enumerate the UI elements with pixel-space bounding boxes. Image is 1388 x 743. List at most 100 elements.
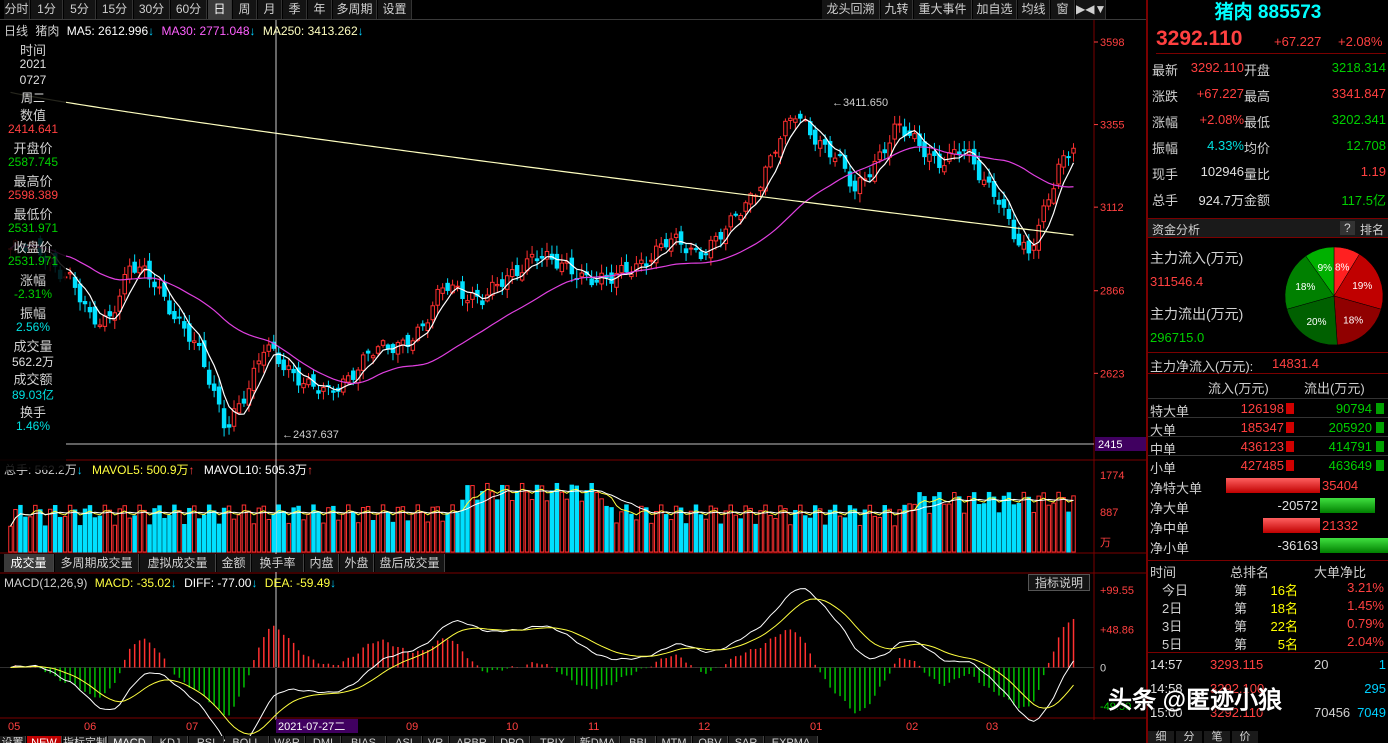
volume-bar: [410, 512, 416, 553]
candle-body: [534, 258, 540, 262]
candle-body: [137, 266, 142, 274]
pie-label: 19%: [1352, 281, 1372, 292]
volume-bar: [182, 523, 187, 553]
indicator-tab-6[interactable]: BOLL: [225, 736, 269, 743]
price-axis-label: 3598: [1100, 37, 1124, 49]
volume-bar: [350, 511, 356, 553]
indicator-tab-11[interactable]: VR: [423, 736, 449, 743]
volume-bar: [703, 518, 709, 553]
flow-out-marker: [1376, 441, 1384, 452]
sub-tab-4[interactable]: 换手率: [252, 554, 304, 572]
candle-body: [187, 323, 192, 342]
indicator-tab-7[interactable]: W&R: [270, 736, 305, 743]
indicator-tab-2[interactable]: 指标定制: [63, 736, 107, 743]
candle-body: [500, 279, 505, 287]
indicator-explain-button[interactable]: 指标说明: [1028, 574, 1090, 591]
tool-button-1[interactable]: 九转: [881, 0, 913, 19]
tick-tab-3[interactable]: 价: [1232, 731, 1258, 743]
volume-bar: [857, 524, 863, 553]
volume-bar: [420, 512, 426, 553]
period-button-6[interactable]: 日: [208, 0, 232, 19]
volume-mavol5: MAVOL5: 500.9万: [92, 463, 189, 477]
sub-tab-1[interactable]: 多周期成交量: [55, 554, 139, 572]
sub-tab-3[interactable]: 金额: [217, 554, 251, 572]
candle-body: [1056, 163, 1061, 185]
indicator-tab-18[interactable]: OBV: [693, 736, 728, 743]
indicator-tab-3[interactable]: MACD: [108, 736, 152, 743]
period-button-10[interactable]: 年: [308, 0, 332, 19]
playback-icon[interactable]: ▶◀▼: [1076, 0, 1106, 19]
quote-panel: 猪肉 885573 3292.110 +67.227 +2.08% 最新 3292…: [1146, 0, 1388, 743]
tool-button-3[interactable]: 加自选: [973, 0, 1017, 19]
period-button-5[interactable]: 60分: [171, 0, 207, 19]
volume-bar: [827, 509, 833, 553]
volume-bar: [599, 498, 604, 553]
kline-chart-svg[interactable]: 3598 3355 3112 2866 2623 2415 ←3411.650 ←2437.6…: [0, 20, 1146, 743]
candle-body: [465, 300, 470, 304]
chart-area[interactable]: 3598 3355 3112 2866 2623 2415 ←3411.650 ←2437.6…: [0, 20, 1146, 743]
volume-bar: [986, 491, 992, 553]
tick-tab-1[interactable]: 分: [1176, 731, 1202, 743]
candle-body: [837, 154, 843, 157]
indicator-tab-12[interactable]: ARBR: [450, 736, 494, 743]
indicator-tab-1[interactable]: NEW: [27, 736, 62, 743]
indicator-tab-14[interactable]: TRIX: [531, 736, 575, 743]
tool-button-0[interactable]: 龙头回溯: [822, 0, 880, 19]
tool-button-4[interactable]: 均线: [1018, 0, 1050, 19]
candle-body: [812, 129, 818, 145]
sub-tab-7[interactable]: 盘后成交量: [375, 554, 445, 572]
candle-body: [1016, 233, 1022, 246]
indicator-tab-8[interactable]: DMI: [306, 736, 341, 743]
indicator-tab-9[interactable]: BIAS: [342, 736, 386, 743]
pie-label: 9%: [1318, 263, 1333, 274]
indicator-tab-4[interactable]: KDJ: [153, 736, 188, 743]
volume-bar: [465, 485, 470, 553]
candle-body: [981, 179, 987, 185]
indicator-tab-10[interactable]: ASI: [387, 736, 422, 743]
volume-bar: [236, 514, 242, 553]
tick-time: 14:57: [1150, 657, 1183, 672]
volume-bar: [370, 520, 376, 553]
volume-bar: [112, 524, 118, 553]
sub-tab-6[interactable]: 外盘: [340, 554, 374, 572]
sub-tab-5[interactable]: 内盘: [305, 554, 339, 572]
period-button-9[interactable]: 季: [283, 0, 307, 19]
sub-tab-2[interactable]: 虚拟成交量: [140, 554, 216, 572]
help-button[interactable]: ?: [1340, 221, 1355, 235]
indicator-tab-15[interactable]: 新DMA: [576, 736, 620, 743]
indicator-tab-20[interactable]: EXPMA: [765, 736, 818, 743]
period-button-12[interactable]: 设置: [378, 0, 412, 19]
tick-tab-2[interactable]: 笔: [1204, 731, 1230, 743]
net-row: 净特大单 35404: [1148, 476, 1388, 496]
period-button-3[interactable]: 15分: [97, 0, 133, 19]
volume-bar: [62, 515, 68, 553]
indicator-tab-0[interactable]: 设置: [0, 736, 26, 743]
indicator-tab-17[interactable]: MTM: [657, 736, 692, 743]
tool-button-5[interactable]: 窗: [1051, 0, 1075, 19]
period-button-11[interactable]: 多周期: [333, 0, 377, 19]
period-button-4[interactable]: 30分: [134, 0, 170, 19]
x-axis-label: 11: [588, 721, 599, 733]
volume-mavol10: MAVOL10: 505.3万: [203, 463, 308, 477]
volume-bar: [326, 507, 331, 553]
candle-body: [132, 261, 137, 273]
period-button-2[interactable]: 5分: [64, 0, 96, 19]
volume-bar: [365, 506, 371, 553]
indicator-tab-13[interactable]: DPO: [495, 736, 530, 743]
period-button-0[interactable]: 分时: [4, 0, 30, 19]
quote-label: 总手: [1152, 193, 1179, 208]
candle-body: [897, 123, 902, 126]
volume-bar: [291, 507, 296, 553]
tool-button-2[interactable]: 重大事件: [914, 0, 972, 19]
period-button-1[interactable]: 1分: [31, 0, 63, 19]
tick-tab-0[interactable]: 细: [1148, 731, 1174, 743]
sub-tab-0[interactable]: 成交量: [4, 554, 54, 572]
period-button-8[interactable]: 月: [258, 0, 282, 19]
indicator-tab-5[interactable]: RSI: [189, 736, 224, 743]
tick-volume: 70456: [1314, 705, 1351, 720]
indicator-tab-16[interactable]: BBI: [621, 736, 656, 743]
indicator-tab-19[interactable]: SAR: [729, 736, 764, 743]
period-button-7[interactable]: 周: [233, 0, 257, 19]
volume-bar: [698, 514, 704, 553]
rank-button[interactable]: 排名: [1360, 221, 1384, 238]
